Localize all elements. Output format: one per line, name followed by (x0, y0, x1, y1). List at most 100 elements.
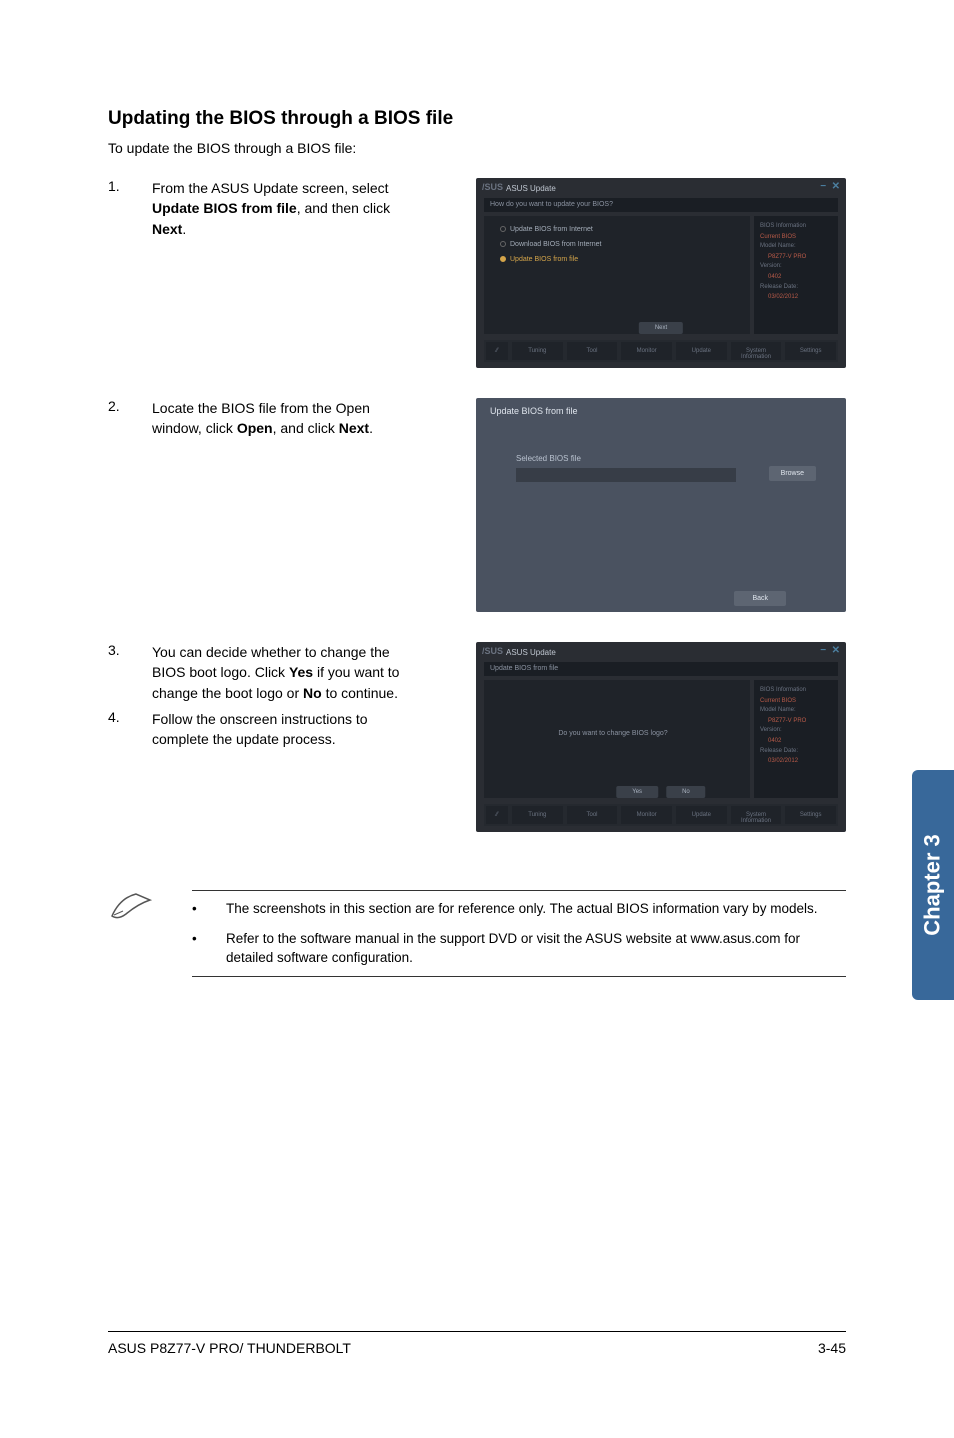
step-1: 1. From the ASUS Update screen, select U… (108, 178, 846, 368)
note-pencil-icon (108, 890, 154, 927)
toolbar-button[interactable]: Tool (567, 342, 618, 360)
toolbar-button[interactable]: System Information (731, 806, 782, 824)
radio-option-selected[interactable]: Update BIOS from file (500, 256, 734, 263)
note-text: Refer to the software manual in the supp… (226, 929, 846, 968)
page-footer: ASUS P8Z77-V PRO/ THUNDERBOLT 3-45 (108, 1331, 846, 1356)
sidebar-label: Release Date: (760, 747, 832, 757)
text-fragment: . (182, 221, 186, 237)
note-text: The screenshots in this section are for … (226, 899, 818, 919)
section-heading: Updating the BIOS through a BIOS file (108, 108, 846, 130)
asus-logo: /SUS (482, 646, 503, 656)
sidebar-heading: BIOS Information (760, 686, 832, 696)
toolbar-button[interactable]: Tool (567, 806, 618, 824)
toolbar-button[interactable]: Settings (785, 806, 836, 824)
bottom-toolbar: ⁄⁄ Tuning Tool Monitor Update System Inf… (484, 804, 838, 826)
toolbar-button[interactable]: System Information (731, 342, 782, 360)
sidebar-label: Release Date: (760, 283, 832, 293)
yes-no-buttons: Yes No (616, 786, 705, 798)
text-bold: Open (237, 420, 273, 436)
step-4-text: Follow the onscreen instructions to comp… (152, 709, 422, 750)
footer-left: ASUS P8Z77-V PRO/ THUNDERBOLT (108, 1340, 351, 1356)
panel-header: How do you want to update your BIOS? (484, 198, 838, 212)
note-block: • The screenshots in this section are fo… (108, 890, 846, 977)
window-title: Update BIOS from file (490, 406, 578, 416)
step-3-text: You can decide whether to change the BIO… (152, 642, 422, 703)
step-3-4: 3. You can decide whether to change the … (108, 642, 846, 832)
step-2-screenshot: Update BIOS from file Selected BIOS file… (422, 398, 846, 612)
note-item: • The screenshots in this section are fo… (192, 899, 846, 919)
step-4-number: 4. (108, 709, 152, 750)
toolbar-button[interactable]: Settings (785, 342, 836, 360)
text-bold: Next (152, 221, 182, 237)
update-from-file-window: Update BIOS from file Selected BIOS file… (476, 398, 846, 612)
text-fragment: , and then click (297, 200, 390, 216)
footer-right: 3-45 (818, 1340, 846, 1356)
notes-list: • The screenshots in this section are fo… (192, 890, 846, 977)
step-2: 2. Locate the BIOS file from the Open wi… (108, 398, 846, 612)
bios-info-sidebar: BIOS Information Current BIOS Model Name… (754, 216, 838, 334)
window-title: ASUS Update (506, 184, 556, 193)
text-fragment: , and click (273, 420, 339, 436)
step-3-screenshot: /SUS ASUS Update − ✕ Update BIOS from fi… (422, 642, 846, 832)
toolbar-button[interactable]: Tuning (512, 806, 563, 824)
sidebar-value: 03/02/2012 (768, 293, 832, 303)
sidebar-value: 03/02/2012 (768, 757, 832, 767)
toolbar-button[interactable]: Update (676, 342, 727, 360)
sidebar-label: Version: (760, 726, 832, 736)
asus-update-window-1: /SUS ASUS Update − ✕ How do you want to … (476, 178, 846, 368)
chapter-tab: Chapter 3 (912, 770, 954, 1000)
sidebar-value: P8Z77-V PRO (768, 253, 832, 263)
browse-button[interactable]: Browse (769, 466, 816, 481)
bullet: • (192, 929, 226, 968)
yes-button[interactable]: Yes (616, 786, 658, 798)
panel-body (484, 680, 750, 798)
toolbar-button[interactable]: Update (676, 806, 727, 824)
next-button[interactable]: Next (639, 322, 683, 334)
no-button[interactable]: No (666, 786, 706, 798)
step-3-number: 3. (108, 642, 152, 703)
sidebar-label: Version: (760, 262, 832, 272)
text-fragment: From the ASUS Update screen, select (152, 180, 389, 196)
asus-update-window-3: /SUS ASUS Update − ✕ Update BIOS from fi… (476, 642, 846, 832)
panel-body: Update BIOS from Internet Download BIOS … (484, 216, 750, 334)
text-bold: Update BIOS from file (152, 200, 297, 216)
text-bold: Next (339, 420, 369, 436)
text-fragment: to continue. (322, 685, 398, 701)
bios-file-input[interactable] (516, 468, 736, 482)
text-bold: No (303, 685, 322, 701)
radio-option[interactable]: Update BIOS from Internet (500, 226, 734, 233)
step-1-text: From the ASUS Update screen, select Upda… (152, 178, 422, 239)
toolbar-button[interactable]: Tuning (512, 342, 563, 360)
step-1-screenshot: /SUS ASUS Update − ✕ How do you want to … (422, 178, 846, 368)
close-icon[interactable]: − ✕ (820, 645, 840, 656)
bios-info-sidebar: BIOS Information Current BIOS Model Name… (754, 680, 838, 798)
close-icon[interactable]: − ✕ (820, 181, 840, 192)
back-button[interactable]: Back (734, 591, 786, 606)
toolbar-button[interactable]: Monitor (621, 806, 672, 824)
radio-option[interactable]: Download BIOS from Internet (500, 241, 734, 248)
note-item: • Refer to the software manual in the su… (192, 929, 846, 968)
step-2-number: 2. (108, 398, 152, 414)
intro-text: To update the BIOS through a BIOS file: (108, 140, 846, 156)
step-3: 3. You can decide whether to change the … (108, 642, 422, 703)
radio-list: Update BIOS from Internet Download BIOS … (484, 216, 750, 281)
logo-icon: ⁄⁄ (486, 806, 508, 824)
sidebar-label: Model Name: (760, 706, 832, 716)
sidebar-value: 0402 (768, 273, 832, 283)
sidebar-label: Model Name: (760, 242, 832, 252)
confirm-question: Do you want to change BIOS logo? (476, 730, 750, 737)
step-1-number: 1. (108, 178, 152, 194)
step-2-text: Locate the BIOS file from the Open windo… (152, 398, 422, 439)
sidebar-value: 0402 (768, 737, 832, 747)
asus-logo: /SUS (482, 182, 503, 192)
sidebar-label: Current BIOS (760, 697, 832, 707)
toolbar-button[interactable]: Monitor (621, 342, 672, 360)
window-title: ASUS Update (506, 648, 556, 657)
bullet: • (192, 899, 226, 919)
field-label: Selected BIOS file (516, 454, 581, 463)
panel-header: Update BIOS from file (484, 662, 838, 676)
text-bold: Yes (289, 664, 313, 680)
text-fragment: . (369, 420, 373, 436)
sidebar-heading: BIOS Information (760, 222, 832, 232)
bottom-toolbar: ⁄⁄ Tuning Tool Monitor Update System Inf… (484, 340, 838, 362)
